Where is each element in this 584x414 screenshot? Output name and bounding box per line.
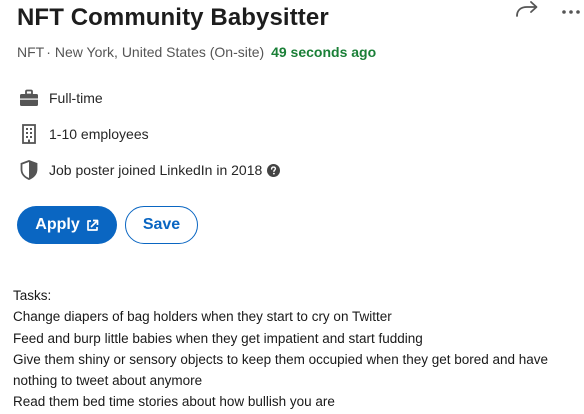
share-button[interactable] xyxy=(514,0,540,22)
description-line: Read them bed time stories about how bul… xyxy=(13,394,335,410)
description-heading: Tasks: xyxy=(13,288,52,303)
apply-label: Apply xyxy=(35,216,80,233)
question-help-icon[interactable] xyxy=(267,163,281,177)
job-subline: NFT · New York, United States (On-site) 49… xyxy=(17,44,376,60)
insight-text: 1-10 employees xyxy=(49,126,149,142)
job-title: NFT Community Babysitter xyxy=(17,4,329,31)
insight-company-size: 1-10 employees xyxy=(18,123,149,145)
job-details-panel: NFT Community Babysitter NFT · New York, U… xyxy=(0,0,584,414)
company-link[interactable]: NFT xyxy=(17,44,44,60)
insight-employment-type: Full-time xyxy=(18,87,103,109)
description-line: Give them shiny or sensory objects to ke… xyxy=(13,351,549,389)
save-label: Save xyxy=(142,216,181,233)
apply-button[interactable]: Apply xyxy=(17,206,117,244)
briefcase-icon xyxy=(18,87,40,109)
insight-text: Full-time xyxy=(49,90,103,106)
insight-poster-verification: Job poster joined LinkedIn in 2018 xyxy=(18,159,281,181)
ellipsis-icon xyxy=(561,2,581,20)
job-description: Tasks: Change diapers of bag holders whe… xyxy=(13,285,573,413)
save-button[interactable]: Save xyxy=(125,206,198,244)
insight-text: Job poster joined LinkedIn in 2018 xyxy=(49,162,263,178)
building-icon xyxy=(18,123,40,145)
description-line: Feed and burp little babies when they ge… xyxy=(13,330,423,346)
share-arrow-icon xyxy=(515,0,539,23)
job-location: New York, United States (On-site) xyxy=(54,44,265,60)
separator: · xyxy=(46,44,51,60)
more-options-button[interactable] xyxy=(558,0,584,22)
description-line: Change diapers of bag holders when they … xyxy=(13,309,392,325)
posted-time: 49 seconds ago xyxy=(271,44,377,60)
external-link-icon xyxy=(86,219,99,232)
shield-icon xyxy=(18,159,40,181)
